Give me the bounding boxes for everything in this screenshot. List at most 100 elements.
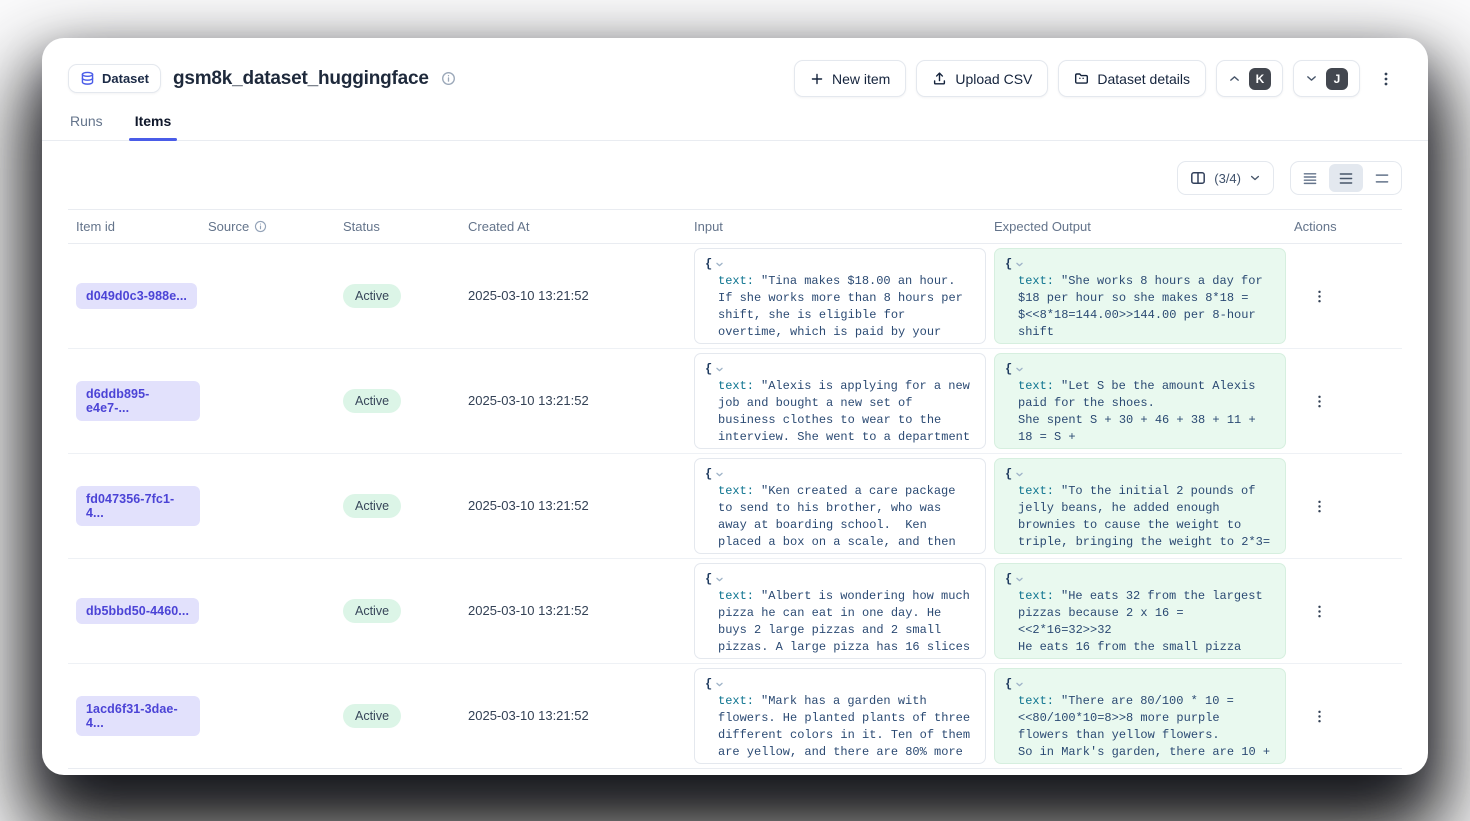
status-badge: Active [343, 389, 401, 413]
row-height-compact-icon [1303, 171, 1317, 186]
input-json-cell[interactable]: { text:"Tina makes $18.00 an hour. If sh… [694, 248, 986, 344]
input-json-cell[interactable]: { text:"Albert is wondering how much piz… [694, 563, 986, 659]
column-header-created-at[interactable]: Created At [460, 219, 686, 234]
new-item-button[interactable]: New item [794, 60, 906, 97]
dataset-details-label: Dataset details [1097, 71, 1190, 87]
created-at-value: 2025-03-10 13:21:52 [468, 393, 589, 408]
row-height-default-button[interactable] [1329, 164, 1363, 192]
row-actions-kebab-button[interactable] [1304, 596, 1334, 626]
folder-icon [1074, 71, 1089, 86]
avatar-j: J [1326, 68, 1348, 90]
chevron-up-icon [1228, 72, 1241, 85]
created-at-value: 2025-03-10 13:21:52 [468, 708, 589, 723]
collapse-user-button[interactable]: K [1216, 60, 1283, 97]
column-header-status[interactable]: Status [335, 219, 460, 234]
expected-output-json-cell[interactable]: { text:"To the initial 2 pounds of jelly… [994, 458, 1286, 554]
created-at-value: 2025-03-10 13:21:52 [468, 603, 589, 618]
json-key: text: [718, 589, 754, 603]
header: Dataset gsm8k_dataset_huggingface New it… [42, 38, 1428, 141]
collapse-chevron-icon[interactable] [715, 260, 724, 269]
avatar-k: K [1249, 68, 1271, 90]
table-header-row: Item id Source Status Created At Input E… [68, 209, 1402, 244]
json-key: text: [1018, 694, 1054, 708]
expected-text-value: "To the initial 2 pounds of jelly beans,… [1018, 484, 1270, 554]
json-key: text: [718, 274, 754, 288]
page-title: gsm8k_dataset_huggingface [173, 68, 429, 90]
chevron-down-icon [1305, 72, 1318, 85]
column-header-actions: Actions [1286, 219, 1402, 234]
table-row: 1acd6f31-3dae-4... Active 2025-03-10 13:… [68, 664, 1402, 769]
expected-text-value: "There are 80/100 * 10 = <<80/100*10=8>>… [1018, 694, 1277, 764]
row-height-compact-button[interactable] [1293, 164, 1327, 192]
table-row: fd047356-7fc1-4... Active 2025-03-10 13:… [68, 454, 1402, 559]
page-background: Dataset gsm8k_dataset_huggingface New it… [0, 0, 1470, 821]
collapse-chevron-icon[interactable] [1015, 470, 1024, 479]
row-actions-kebab-button[interactable] [1304, 281, 1334, 311]
item-id-pill[interactable]: db5bbd50-4460... [76, 598, 199, 624]
column-header-expected-output[interactable]: Expected Output [986, 219, 1286, 234]
status-badge: Active [343, 284, 401, 308]
new-item-label: New item [832, 71, 890, 87]
expected-output-json-cell[interactable]: { text:"She works 8 hours a day for $18 … [994, 248, 1286, 344]
dataset-details-button[interactable]: Dataset details [1058, 60, 1206, 97]
upload-csv-button[interactable]: Upload CSV [916, 60, 1048, 97]
collapse-chevron-icon[interactable] [715, 575, 724, 584]
header-kebab-menu-button[interactable] [1370, 60, 1402, 97]
table-toolbar: (3/4) [42, 141, 1428, 209]
input-json-cell[interactable]: { text:"Mark has a garden with flowers. … [694, 668, 986, 764]
collapse-chevron-icon[interactable] [1015, 575, 1024, 584]
column-header-source[interactable]: Source [200, 219, 335, 234]
json-key: text: [1018, 484, 1054, 498]
expand-user-button[interactable]: J [1293, 60, 1360, 97]
collapse-chevron-icon[interactable] [715, 680, 724, 689]
json-key: text: [718, 694, 754, 708]
column-header-item-id[interactable]: Item id [68, 219, 200, 234]
items-table: Item id Source Status Created At Input E… [68, 209, 1402, 769]
item-id-pill[interactable]: fd047356-7fc1-4... [76, 486, 200, 526]
row-height-toggle-group [1290, 161, 1402, 195]
dataset-window: Dataset gsm8k_dataset_huggingface New it… [42, 38, 1428, 775]
expected-text-value: "She works 8 hours a day for $18 per hou… [1018, 274, 1270, 344]
columns-icon [1190, 170, 1206, 186]
input-text-value: "Ken created a care package to send to h… [718, 484, 977, 554]
tab-items[interactable]: Items [133, 113, 174, 140]
json-key: text: [1018, 379, 1054, 393]
input-json-cell[interactable]: { text:"Alexis is applying for a new job… [694, 353, 986, 449]
collapse-chevron-icon[interactable] [715, 365, 724, 374]
json-key: text: [718, 379, 754, 393]
expected-text-value: "Let S be the amount Alexis paid for the… [1018, 379, 1277, 449]
collapse-chevron-icon[interactable] [1015, 260, 1024, 269]
item-id-pill[interactable]: 1acd6f31-3dae-4... [76, 696, 200, 736]
expected-output-json-cell[interactable]: { text:"Let S be the amount Alexis paid … [994, 353, 1286, 449]
column-header-input[interactable]: Input [686, 219, 986, 234]
source-info-icon[interactable] [254, 220, 267, 233]
status-badge: Active [343, 494, 401, 518]
collapse-chevron-icon[interactable] [715, 470, 724, 479]
input-text-value: "Mark has a garden with flowers. He plan… [718, 694, 977, 764]
expected-text-value: "He eats 32 from the largest pizzas beca… [1018, 589, 1270, 659]
dataset-badge-label: Dataset [102, 71, 149, 86]
item-id-pill[interactable]: d049d0c3-988e... [76, 283, 197, 309]
row-height-tall-button[interactable] [1365, 164, 1399, 192]
upload-csv-label: Upload CSV [955, 71, 1032, 87]
row-actions-kebab-button[interactable] [1304, 701, 1334, 731]
expected-output-json-cell[interactable]: { text:"There are 80/100 * 10 = <<80/100… [994, 668, 1286, 764]
json-key: text: [718, 484, 754, 498]
item-id-pill[interactable]: d6ddb895-e4e7-... [76, 381, 200, 421]
table-row: d049d0c3-988e... Active 2025-03-10 13:21… [68, 244, 1402, 349]
row-actions-kebab-button[interactable] [1304, 386, 1334, 416]
input-json-cell[interactable]: { text:"Ken created a care package to se… [694, 458, 986, 554]
collapse-chevron-icon[interactable] [1015, 365, 1024, 374]
columns-selector-button[interactable]: (3/4) [1177, 161, 1274, 195]
row-height-default-icon [1339, 171, 1353, 186]
collapse-chevron-icon[interactable] [1015, 680, 1024, 689]
row-actions-kebab-button[interactable] [1304, 491, 1334, 521]
tab-runs[interactable]: Runs [68, 113, 105, 140]
title-info-icon[interactable] [441, 71, 456, 86]
kebab-icon [1378, 71, 1394, 87]
expected-output-json-cell[interactable]: { text:"He eats 32 from the largest pizz… [994, 563, 1286, 659]
input-text-value: "Albert is wondering how much pizza he c… [718, 589, 977, 659]
tab-bar: Runs Items [42, 113, 1428, 141]
json-key: text: [1018, 589, 1054, 603]
status-badge: Active [343, 704, 401, 728]
